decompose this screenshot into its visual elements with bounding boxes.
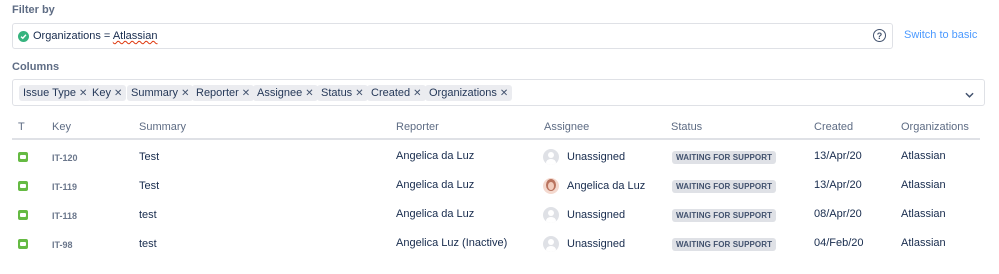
issue-organization: Atlassian xyxy=(901,208,946,220)
columns-label: Columns xyxy=(12,61,60,73)
status-badge: WAITING FOR SUPPORT xyxy=(672,238,777,251)
issue-summary[interactable]: Test xyxy=(139,151,159,163)
chip-label: Key xyxy=(92,87,111,99)
remove-chip-icon[interactable]: ✕ xyxy=(305,88,313,99)
chip-label: Created xyxy=(371,87,411,99)
issue-key-link[interactable]: IT-120 xyxy=(52,153,78,163)
issue-assignee: Unassigned xyxy=(567,151,626,163)
chip-label: Summary xyxy=(131,87,179,99)
valid-query-check-icon xyxy=(18,30,29,42)
column-header-assignee[interactable]: Assignee xyxy=(544,121,589,133)
status-badge: WAITING FOR SUPPORT xyxy=(672,209,777,222)
chip-label: Status xyxy=(321,87,353,99)
jql-query-prefix: Organizations = xyxy=(33,30,113,42)
issue-key-link[interactable]: IT-119 xyxy=(52,182,77,192)
issue-reporter: Angelica da Luz xyxy=(396,179,475,191)
chevron-down-icon[interactable] xyxy=(965,89,974,101)
chip-label: Issue Type xyxy=(23,87,76,99)
issue-summary[interactable]: Test xyxy=(139,180,159,192)
remove-chip-icon[interactable]: ✕ xyxy=(242,88,250,99)
issue-created: 13/Apr/20 xyxy=(814,150,862,162)
issue-created: 04/Feb/20 xyxy=(814,237,864,249)
chip-label: Reporter xyxy=(196,87,239,99)
issue-assignee: Angelica da Luz xyxy=(567,180,646,192)
filter-by-label: Filter by xyxy=(12,4,55,16)
remove-chip-icon[interactable]: ✕ xyxy=(413,88,421,99)
help-icon[interactable]: ? xyxy=(873,29,886,42)
table-header-divider xyxy=(12,138,980,140)
column-header-reporter[interactable]: Reporter xyxy=(396,121,439,133)
service-request-icon xyxy=(18,239,28,249)
issue-organization: Atlassian xyxy=(901,237,946,249)
service-request-icon xyxy=(18,181,28,191)
column-chip-reporter[interactable]: Reporter ✕ xyxy=(192,85,255,101)
column-chip-issue-type[interactable]: Issue Type ✕ xyxy=(19,85,92,101)
chip-label: Assignee xyxy=(257,87,303,99)
column-chip-status[interactable]: Status ✕ xyxy=(317,85,368,101)
column-header-created[interactable]: Created xyxy=(814,121,853,133)
columns-selector[interactable]: Issue Type ✕ Key ✕ Summary ✕ Reporter ✕ Assi… xyxy=(12,79,985,106)
column-chip-assignee[interactable]: Assignee ✕ xyxy=(253,85,318,101)
issue-created: 13/Apr/20 xyxy=(814,179,862,191)
service-request-icon xyxy=(18,152,28,162)
issue-reporter: Angelica Luz (Inactive) xyxy=(396,237,508,249)
issue-key-link[interactable]: IT-98 xyxy=(52,240,73,250)
status-badge: WAITING FOR SUPPORT xyxy=(672,151,777,164)
remove-chip-icon[interactable]: ✕ xyxy=(355,88,363,99)
issue-summary[interactable]: test xyxy=(139,209,157,221)
chip-label: Organizations xyxy=(429,87,497,99)
remove-chip-icon[interactable]: ✕ xyxy=(500,88,508,99)
switch-to-basic-link[interactable]: Switch to basic xyxy=(904,29,977,41)
column-header-status[interactable]: Status xyxy=(671,121,702,133)
column-chip-organizations[interactable]: Organizations ✕ xyxy=(425,85,513,101)
issue-organization: Atlassian xyxy=(901,179,946,191)
column-header-type[interactable]: T xyxy=(18,121,25,133)
issue-assignee: Unassigned xyxy=(567,238,626,250)
service-request-icon xyxy=(18,210,28,220)
issue-created: 08/Apr/20 xyxy=(814,208,862,220)
issue-reporter: Angelica da Luz xyxy=(396,150,475,162)
column-header-organizations[interactable]: Organizations xyxy=(901,121,969,133)
jql-query-value: Atlassian xyxy=(112,30,158,42)
issue-organization: Atlassian xyxy=(901,150,946,162)
remove-chip-icon[interactable]: ✕ xyxy=(181,88,189,99)
default-avatar-icon xyxy=(543,207,559,223)
user-photo-avatar xyxy=(543,178,559,194)
issue-assignee: Unassigned xyxy=(567,209,626,221)
remove-chip-icon[interactable]: ✕ xyxy=(114,88,122,99)
issue-key-link[interactable]: IT-118 xyxy=(52,211,77,221)
column-chip-key[interactable]: Key ✕ xyxy=(88,85,127,101)
issue-summary[interactable]: test xyxy=(139,238,157,250)
issue-reporter: Angelica da Luz xyxy=(396,208,475,220)
default-avatar-icon xyxy=(543,236,559,252)
column-chip-summary[interactable]: Summary ✕ xyxy=(127,85,194,101)
jql-query-text: Organizations = Atlassian xyxy=(33,30,157,42)
column-header-summary[interactable]: Summary xyxy=(139,121,186,133)
default-avatar-icon xyxy=(543,149,559,165)
remove-chip-icon[interactable]: ✕ xyxy=(79,88,87,99)
status-badge: WAITING FOR SUPPORT xyxy=(672,180,777,193)
jql-query-input[interactable]: Organizations = Atlassian ? xyxy=(12,23,893,49)
column-header-key[interactable]: Key xyxy=(52,121,71,133)
column-chip-created[interactable]: Created ✕ xyxy=(367,85,426,101)
